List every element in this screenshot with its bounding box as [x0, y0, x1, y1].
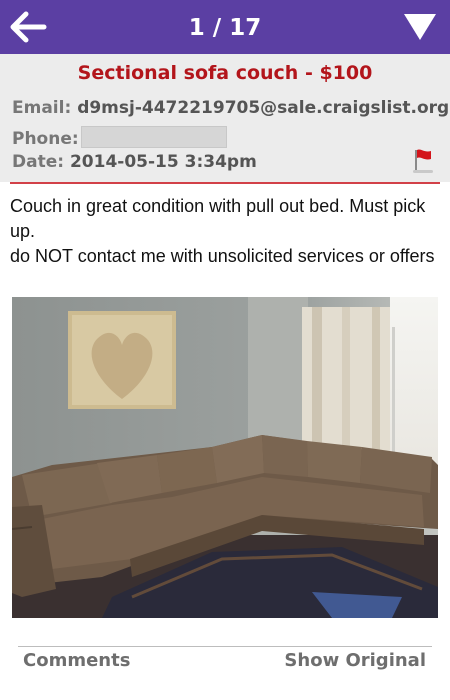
- menu-button[interactable]: [402, 10, 438, 44]
- phone-redacted-box: [80, 126, 227, 148]
- listing-description: Couch in great condition with pull out b…: [10, 194, 440, 269]
- description-line: Couch in great condition with pull out b…: [10, 196, 426, 241]
- listing-photo[interactable]: [11, 297, 438, 618]
- back-button[interactable]: [8, 8, 48, 46]
- show-original-button[interactable]: Show Original: [284, 650, 426, 671]
- description-line: do NOT contact me with unsolicited servi…: [10, 246, 435, 266]
- triangle-down-icon: [404, 14, 436, 40]
- listing-title: Sectional sofa couch - $100: [77, 62, 373, 84]
- date-row: Date: 2014-05-15 3:34pm: [12, 152, 257, 172]
- sofa-photo-image: [11, 297, 438, 618]
- footer-divider: [18, 646, 432, 647]
- comments-button[interactable]: Comments: [23, 650, 130, 671]
- date-label: Date:: [12, 152, 65, 172]
- flag-icon: [413, 149, 433, 173]
- email-row: Email: d9msj-4472219705@sale.craigslist.…: [12, 98, 449, 118]
- phone-row: Phone:: [12, 126, 227, 149]
- page-indicator: 1 / 17: [188, 15, 262, 41]
- date-value: 2014-05-15 3:34pm: [69, 152, 257, 172]
- phone-label: Phone:: [12, 129, 79, 149]
- divider: [10, 182, 440, 184]
- email-value[interactable]: d9msj-4472219705@sale.craigslist.org: [77, 98, 449, 118]
- listing-header: Sectional sofa couch - $100 Email: d9msj…: [0, 54, 450, 182]
- flag-button[interactable]: [412, 146, 434, 174]
- email-label: Email:: [12, 98, 72, 118]
- top-bar: 1 / 17: [0, 0, 450, 54]
- back-arrow-icon: [10, 11, 47, 43]
